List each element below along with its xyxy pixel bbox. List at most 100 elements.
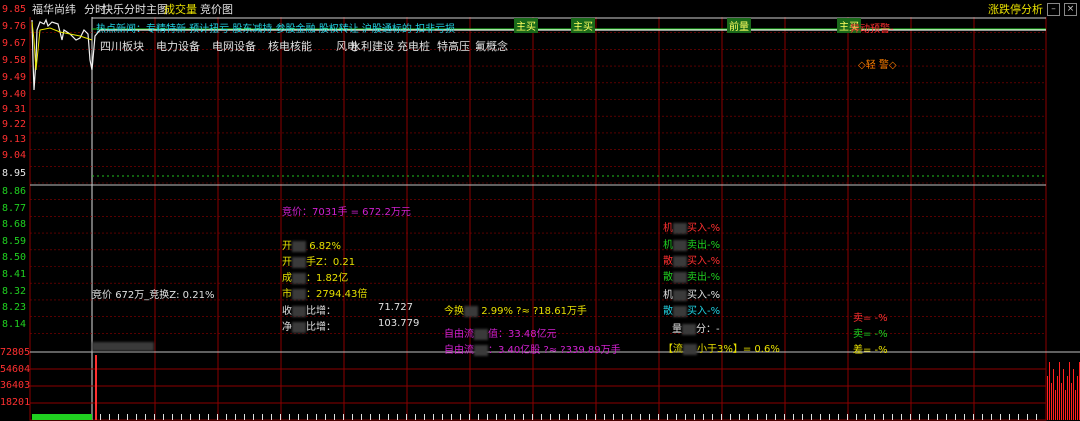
volume-bar bbox=[352, 414, 353, 420]
volume-bar bbox=[595, 414, 596, 420]
volume-bar bbox=[829, 414, 830, 420]
tab-volume[interactable]: 成交量 bbox=[164, 1, 197, 17]
volume-bar bbox=[1065, 390, 1066, 420]
inst-sell: 机卖出-% bbox=[663, 239, 721, 251]
volume-bar bbox=[784, 414, 785, 420]
price-tick-label: 8.86 bbox=[2, 186, 27, 197]
inst-buy: 机买入-% bbox=[663, 222, 721, 234]
open-pct: 开 6.82% bbox=[282, 240, 341, 252]
volume-bar bbox=[559, 414, 560, 420]
volume-bar bbox=[289, 414, 290, 420]
volume-bar bbox=[361, 414, 362, 420]
buy-marker-2: 主买 bbox=[571, 18, 595, 33]
volume-bar bbox=[505, 414, 506, 420]
volume-bar bbox=[1073, 369, 1074, 420]
diff-ratio: 差= -% bbox=[853, 345, 888, 356]
time-share-chart[interactable] bbox=[0, 0, 1080, 421]
volume-tick-label: 72805 bbox=[0, 347, 31, 358]
concept-tag[interactable]: 特高压 bbox=[437, 38, 470, 54]
volume-bar bbox=[964, 414, 965, 420]
volume-bar bbox=[892, 414, 893, 420]
price-tick-label: 8.23 bbox=[2, 302, 27, 313]
buy-ratio: 卖= -% bbox=[853, 329, 888, 340]
volume-bar bbox=[109, 414, 110, 420]
volume-bar bbox=[739, 414, 740, 420]
volume-bar bbox=[1067, 376, 1068, 420]
volume-bar bbox=[586, 414, 587, 420]
auction-left: 竞价 672万_竞换Z: 0.21% bbox=[92, 290, 215, 301]
volume-bar bbox=[1055, 390, 1056, 420]
news-line[interactable]: 热点新闻：专精特新 预计扭亏 股东减持 参股金融 股权转让 沪股通标的 扣非亏损 bbox=[96, 20, 455, 35]
volume-bar bbox=[127, 414, 128, 420]
volume-bar bbox=[982, 414, 983, 420]
alert-light: ◇轻 警◇ bbox=[858, 60, 897, 71]
volume-bar bbox=[325, 414, 326, 420]
concept-tag[interactable]: 氟概念 bbox=[475, 38, 508, 54]
price-tick-label: 8.32 bbox=[2, 286, 27, 297]
volume-tick-label: 18201 bbox=[0, 397, 31, 408]
today-turnover: 今换 2.99% ?≈ ?18.61万手 bbox=[444, 305, 587, 317]
volume-bar bbox=[820, 414, 821, 420]
price-tick-label: 9.31 bbox=[2, 104, 27, 115]
volume-bar bbox=[145, 414, 146, 420]
volume-bar bbox=[1047, 376, 1048, 420]
volume-bar bbox=[397, 414, 398, 420]
volume-bar bbox=[32, 414, 92, 420]
volume-bar bbox=[577, 414, 578, 420]
avg-price-line bbox=[31, 21, 93, 71]
ratio2: 净比增： bbox=[282, 321, 336, 333]
volume-bar bbox=[568, 414, 569, 420]
tab-kuaile[interactable]: 快乐分时主图 bbox=[102, 1, 168, 17]
volume-bar bbox=[532, 414, 533, 420]
volume-bar bbox=[694, 414, 695, 420]
limit-analysis-link[interactable]: 涨跌停分析 bbox=[988, 1, 1043, 17]
sell-ratio: 卖= -% bbox=[853, 313, 888, 324]
inst2-buy: 机买入-% bbox=[663, 289, 721, 301]
volume-bar bbox=[919, 414, 920, 420]
concept-tag[interactable]: 电力设备 bbox=[156, 38, 200, 54]
volume-bar bbox=[676, 414, 677, 420]
price-tick-label: 9.22 bbox=[2, 119, 27, 130]
volume-bar bbox=[271, 414, 272, 420]
volume-bar bbox=[136, 414, 137, 420]
tab-auction[interactable]: 竞价图 bbox=[200, 1, 233, 17]
price-tick-label: 9.76 bbox=[2, 21, 27, 32]
volume-bar bbox=[658, 414, 659, 420]
volume-bar bbox=[280, 414, 281, 420]
volume-bar bbox=[496, 414, 497, 420]
volume-bar bbox=[1063, 369, 1064, 420]
volume-bar bbox=[550, 414, 551, 420]
volume-bar bbox=[1077, 376, 1078, 420]
volume-bar bbox=[793, 414, 794, 420]
volume-bar bbox=[712, 414, 713, 420]
auction-price: 竞价：7031手 = 672.2万元 bbox=[282, 207, 411, 218]
volume-bar bbox=[622, 414, 623, 420]
concept-tag[interactable]: 四川板块 bbox=[100, 38, 144, 54]
volume-bar bbox=[262, 414, 263, 420]
concept-tag[interactable]: 电网设备 bbox=[212, 38, 256, 54]
volume-bar bbox=[244, 414, 245, 420]
price-tick-label: 9.85 bbox=[2, 4, 27, 15]
volume-bar bbox=[1049, 362, 1050, 420]
volume-bar bbox=[1071, 383, 1072, 420]
volume-bar bbox=[883, 414, 884, 420]
price-tick-label: 9.13 bbox=[2, 134, 27, 145]
volume-bar bbox=[874, 414, 875, 420]
volume-bar bbox=[649, 414, 650, 420]
close-icon[interactable]: × bbox=[1064, 3, 1077, 16]
minimize-icon[interactable]: – bbox=[1047, 3, 1060, 16]
volume-bar bbox=[298, 414, 299, 420]
buy-marker-1: 主买 bbox=[514, 18, 538, 33]
concept-tag[interactable]: 充电桩 bbox=[397, 38, 430, 54]
volume-bar bbox=[343, 414, 344, 420]
volume-bar bbox=[1018, 414, 1019, 420]
volume-bar bbox=[199, 414, 200, 420]
volume-bar bbox=[181, 414, 182, 420]
big-buy: 散买入-% bbox=[663, 255, 721, 267]
concept-tag[interactable]: 核电核能 bbox=[268, 38, 312, 54]
volume-bar bbox=[730, 414, 731, 420]
volume-bar bbox=[775, 414, 776, 420]
concept-tag[interactable]: 水利建设 bbox=[350, 38, 394, 54]
volume-bar bbox=[1051, 383, 1052, 420]
retail-buy: 散买入-% bbox=[663, 305, 721, 317]
